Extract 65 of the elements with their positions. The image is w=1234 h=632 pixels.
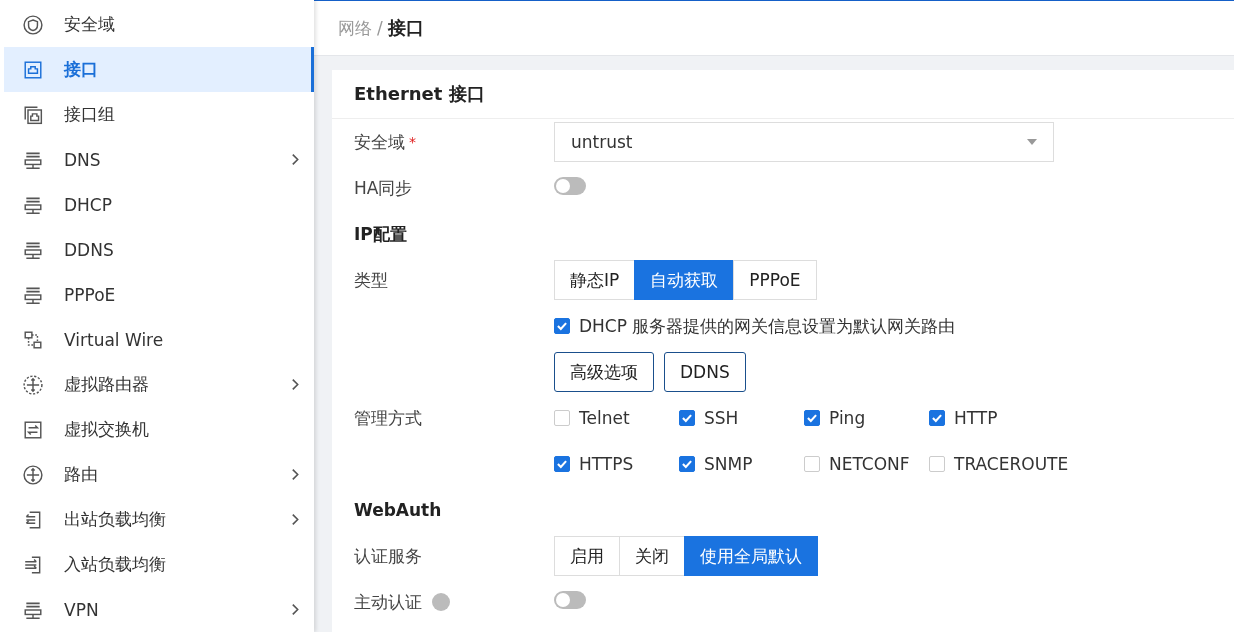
checkbox-square[interactable] (679, 410, 695, 426)
toggle-switch[interactable] (554, 591, 586, 609)
field-label: HA同步 (354, 176, 413, 200)
checkbox[interactable]: Ping (804, 408, 866, 428)
checkbox[interactable]: DHCP 服务器提供的网关信息设置为默认网关路由 (554, 314, 956, 338)
sidebar-item[interactable]: DHCP (4, 182, 314, 227)
segment-button[interactable]: PPPoE (733, 260, 817, 300)
checkbox-square[interactable] (804, 456, 820, 472)
checkbox-square[interactable] (929, 456, 945, 472)
sidebar-item[interactable]: VPN (4, 587, 314, 632)
section-title: WebAuth (354, 500, 442, 520)
sidebar-item[interactable]: 入站负载均衡 (4, 542, 314, 587)
field-label: 安全域 (354, 130, 405, 154)
caret-icon (1027, 139, 1037, 145)
field-label: 管理方式 (354, 407, 423, 430)
outline-button[interactable]: 高级选项 (554, 352, 654, 392)
checkbox-square[interactable] (554, 318, 570, 334)
field-label: 主动认证 (354, 590, 422, 614)
checkbox-square[interactable] (679, 456, 695, 472)
required-mark: * (409, 134, 416, 150)
outbound-icon (23, 509, 43, 530)
router-icon (23, 374, 43, 395)
checkbox[interactable]: NETCONF (804, 454, 910, 474)
checkbox-square[interactable] (554, 410, 570, 426)
checkbox[interactable]: SNMP (679, 454, 753, 474)
checkbox-square[interactable] (804, 410, 820, 426)
switch-icon (23, 419, 43, 440)
segment-button[interactable]: 启用 (554, 536, 620, 576)
wire-icon (23, 329, 43, 350)
shield-icon (23, 14, 43, 35)
sidebar-item[interactable]: DNS (4, 137, 314, 182)
segment-button[interactable]: 使用全局默认 (684, 536, 818, 576)
sidebar-item[interactable]: 安全域 (4, 2, 314, 47)
checkbox[interactable]: HTTPS (554, 454, 634, 474)
outline-button[interactable]: DDNS (664, 352, 746, 392)
field-label: 认证服务 (354, 544, 422, 568)
card-title: Ethernet 接口 (332, 70, 1234, 119)
checkbox[interactable]: Telnet (554, 408, 630, 428)
ethernet-port-icon (23, 59, 43, 80)
sidebar-item[interactable]: 接口 (4, 47, 314, 92)
checkbox[interactable]: SSH (679, 408, 739, 428)
checkbox-square[interactable] (554, 456, 570, 472)
checkbox[interactable]: TRACEROUTE (929, 454, 1069, 474)
toggle-switch[interactable] (554, 177, 586, 195)
select-field[interactable]: untrust (554, 122, 1054, 162)
inbound-icon (23, 554, 43, 575)
section-title: IP配置 (354, 222, 407, 246)
checkbox[interactable]: HTTP (929, 408, 998, 428)
sidebar-item[interactable]: DDNS (4, 227, 314, 272)
checkbox-square[interactable] (929, 410, 945, 426)
breadcrumb-separator: / (377, 18, 383, 38)
sidebar-item[interactable]: 虚拟交换机 (4, 407, 314, 452)
segment-button[interactable]: 静态IP (554, 260, 636, 300)
sidebar-item[interactable]: 出站负载均衡 (4, 497, 314, 542)
sidebar-item[interactable]: PPPoE (4, 272, 314, 317)
field-label: 类型 (354, 268, 388, 292)
segment-button[interactable]: 关闭 (619, 536, 685, 576)
breadcrumb-current: 接口 (387, 16, 424, 40)
port-group-icon (23, 104, 43, 125)
router-icon (23, 464, 43, 485)
sidebar-item[interactable]: 接口组 (4, 92, 314, 137)
sidebar-item[interactable]: Virtual Wire (4, 317, 314, 362)
sidebar-item[interactable]: 虚拟路由器 (4, 362, 314, 407)
sidebar-item[interactable]: 路由 (4, 452, 314, 497)
segment-button[interactable]: 自动获取 (634, 260, 735, 300)
